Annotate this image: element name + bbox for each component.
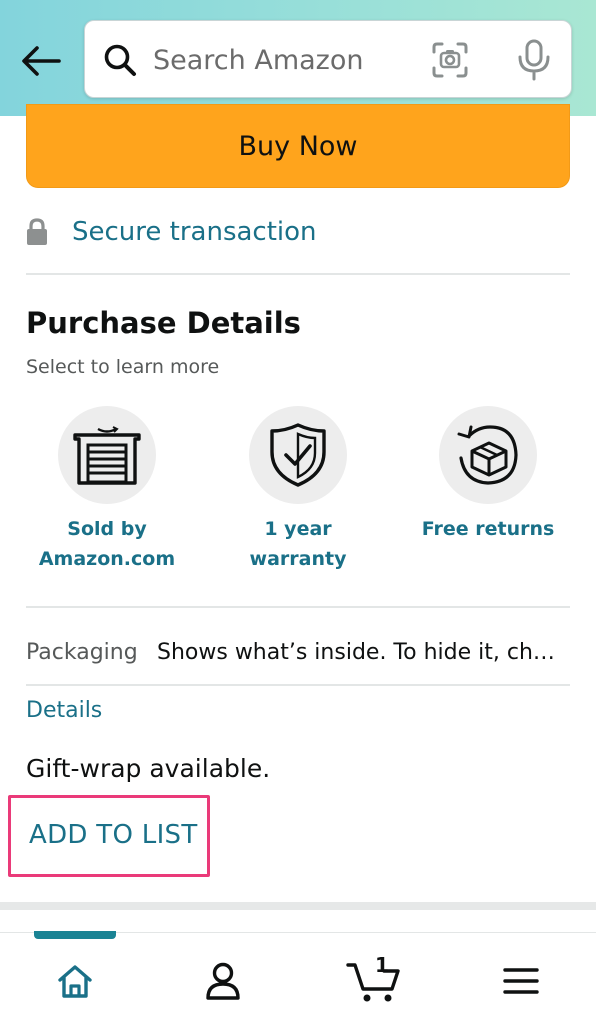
nav-cart[interactable]: 1 (346, 953, 402, 1003)
feature-warranty[interactable]: 1 year warranty (208, 406, 388, 574)
feature-warranty-line1: 1 year (264, 518, 332, 540)
secure-transaction[interactable]: Secure transaction (26, 210, 317, 254)
add-to-list-button[interactable]: ADD TO LIST (29, 820, 198, 850)
gift-wrap-text: Gift-wrap available. (26, 754, 271, 783)
feature-warranty-line2: warranty (249, 548, 347, 570)
active-tab-indicator (34, 931, 116, 939)
bottom-navigation: 1 (0, 931, 596, 1024)
divider (26, 273, 570, 275)
camera-scan-icon[interactable] (431, 41, 469, 79)
return-box-icon (457, 425, 518, 485)
packaging-value[interactable]: Shows what’s inside. To hide it, ch… (157, 640, 570, 665)
divider (26, 684, 570, 686)
feature-free-returns[interactable]: Free returns (398, 406, 578, 544)
shield-check-icon (270, 423, 326, 487)
back-button[interactable] (18, 38, 64, 84)
feature-free-returns-line1: Free returns (421, 518, 555, 540)
warehouse-icon (73, 426, 141, 485)
search-input[interactable] (153, 37, 403, 83)
nav-home[interactable] (50, 959, 100, 1003)
lock-icon (27, 218, 47, 245)
menu-icon[interactable] (503, 966, 539, 996)
back-arrow-icon[interactable] (21, 45, 61, 77)
add-to-list-highlight: ADD TO LIST (8, 795, 210, 877)
packaging-row[interactable]: Packaging Shows what’s inside. To hide i… (26, 634, 570, 670)
search-box[interactable] (84, 20, 572, 98)
feature-sold-by-line1: Sold by (67, 518, 147, 540)
feature-sold-by-line2: Amazon.com (38, 548, 176, 570)
home-icon[interactable] (57, 964, 93, 998)
buy-now-button[interactable]: Buy Now (26, 104, 570, 188)
section-separator (0, 902, 596, 910)
cart-icon[interactable] (346, 959, 402, 1003)
microphone-icon[interactable] (515, 39, 553, 81)
feature-sold-by[interactable]: Sold by Amazon.com (17, 406, 197, 574)
purchase-details-title: Purchase Details (26, 306, 301, 340)
account-icon[interactable] (205, 962, 241, 1000)
nav-menu[interactable] (496, 959, 546, 1003)
feature-icon-circle (249, 406, 347, 504)
packaging-label: Packaging (26, 639, 138, 665)
purchase-details-subtitle: Select to learn more (26, 356, 220, 378)
nav-account[interactable] (198, 959, 248, 1003)
cart-count-badge: 1 (375, 953, 389, 977)
divider (26, 606, 570, 608)
secure-transaction-label[interactable]: Secure transaction (72, 217, 317, 247)
feature-icon-circle (58, 406, 156, 504)
top-search-bar (0, 0, 596, 116)
search-icon[interactable] (103, 43, 137, 77)
feature-icon-circle (439, 406, 537, 504)
details-link[interactable]: Details (26, 698, 102, 723)
